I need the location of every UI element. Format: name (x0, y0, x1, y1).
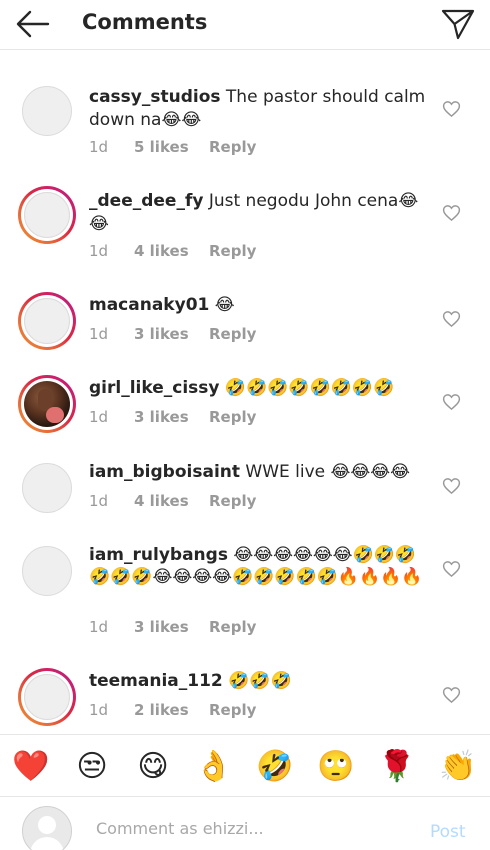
comment-body: 🤣🤣🤣🤣🤣🤣🤣🤣 (224, 378, 395, 398)
comment-likes[interactable]: 5 likes (134, 138, 189, 156)
comment-username[interactable]: _dee_dee_fy (89, 191, 203, 211)
comment-username[interactable]: girl_like_cissy (89, 378, 219, 398)
comment-text: _dee_dee_fy Just negodu John cena😂😂 (89, 190, 429, 236)
reply-button[interactable]: Reply (209, 701, 256, 719)
reply-button[interactable]: Reply (209, 492, 256, 510)
clap-emoji-button[interactable]: 👏 (438, 747, 478, 787)
heart-icon[interactable] (442, 477, 461, 495)
comment-likes[interactable]: 2 likes (134, 701, 189, 719)
avatar[interactable] (18, 375, 76, 433)
reply-button[interactable]: Reply (209, 138, 256, 156)
comment-username[interactable]: cassy_studios (89, 87, 221, 107)
header-bar: Comments (0, 0, 490, 50)
comment-text: macanaky01 😂 (89, 294, 429, 317)
heart-icon[interactable] (442, 560, 461, 578)
paper-plane-icon[interactable] (440, 7, 476, 41)
comment-likes[interactable]: 4 likes (134, 242, 189, 260)
comment-likes[interactable]: 4 likes (134, 492, 189, 510)
avatar[interactable] (18, 542, 76, 600)
comment-text: iam_rulybangs 😂😂😂😂😂😂🤣🤣🤣🤣🤣🤣😂😂😂😂🤣🤣🤣🤣🤣🔥🔥🔥🔥 (89, 544, 429, 588)
rose-emoji-button[interactable]: 🌹 (377, 747, 417, 787)
comment-body: WWE live 😂😂😂😂 (245, 462, 410, 482)
rofl-emoji-button[interactable]: 🤣 (255, 747, 295, 787)
comment-body: 😂 (214, 295, 235, 315)
reply-button[interactable]: Reply (209, 408, 256, 426)
comment-time: 1d (89, 618, 109, 636)
comment-likes[interactable]: 3 likes (134, 325, 189, 343)
heart-icon[interactable] (442, 310, 461, 328)
comment-likes[interactable]: 3 likes (134, 618, 189, 636)
heart-icon[interactable] (442, 686, 461, 704)
comment-time: 1d (89, 492, 109, 510)
unamused-emoji-button[interactable]: 😒 (72, 747, 112, 787)
comment-text: teemania_112 🤣🤣🤣 (89, 670, 429, 693)
post-button[interactable]: Post (430, 822, 466, 842)
comment-text: iam_bigboisaint WWE live 😂😂😂😂 (89, 461, 429, 484)
back-arrow-icon[interactable] (14, 8, 52, 40)
avatar[interactable] (18, 186, 76, 244)
heart-icon[interactable] (442, 204, 461, 222)
page-title: Comments (82, 10, 208, 34)
comment-username[interactable]: macanaky01 (89, 295, 209, 315)
avatar[interactable] (18, 292, 76, 350)
comment-input-bar: Post (0, 796, 490, 850)
comment-input[interactable] (96, 815, 396, 841)
reply-button[interactable]: Reply (209, 618, 256, 636)
avatar (22, 806, 72, 850)
reply-button[interactable]: Reply (209, 325, 256, 343)
emoji-quick-bar: ❤️ 😒 😋 👌 🤣 🙄 🌹 👏 (0, 734, 490, 796)
comment-text: girl_like_cissy 🤣🤣🤣🤣🤣🤣🤣🤣 (89, 377, 429, 400)
avatar[interactable] (18, 668, 76, 726)
ok-hand-emoji-button[interactable]: 👌 (194, 747, 234, 787)
reply-button[interactable]: Reply (209, 242, 256, 260)
comment-time: 1d (89, 138, 109, 156)
comment-username[interactable]: teemania_112 (89, 671, 223, 691)
heart-emoji-button[interactable]: ❤️ (11, 747, 51, 787)
comment-time: 1d (89, 408, 109, 426)
yum-emoji-button[interactable]: 😋 (133, 747, 173, 787)
comment-body: 🤣🤣🤣 (228, 671, 292, 691)
eye-roll-emoji-button[interactable]: 🙄 (316, 747, 356, 787)
comment-likes[interactable]: 3 likes (134, 408, 189, 426)
comment-time: 1d (89, 242, 109, 260)
avatar[interactable] (18, 459, 76, 517)
comment-username[interactable]: iam_bigboisaint (89, 462, 240, 482)
comment-time: 1d (89, 701, 109, 719)
comment-time: 1d (89, 325, 109, 343)
heart-icon[interactable] (442, 100, 461, 118)
comment-list: cassy_studios The pastor should calm dow… (0, 50, 490, 734)
heart-icon[interactable] (442, 393, 461, 411)
comment-username[interactable]: iam_rulybangs (89, 545, 228, 565)
comment-text: cassy_studios The pastor should calm dow… (89, 86, 429, 132)
avatar[interactable] (18, 82, 76, 140)
